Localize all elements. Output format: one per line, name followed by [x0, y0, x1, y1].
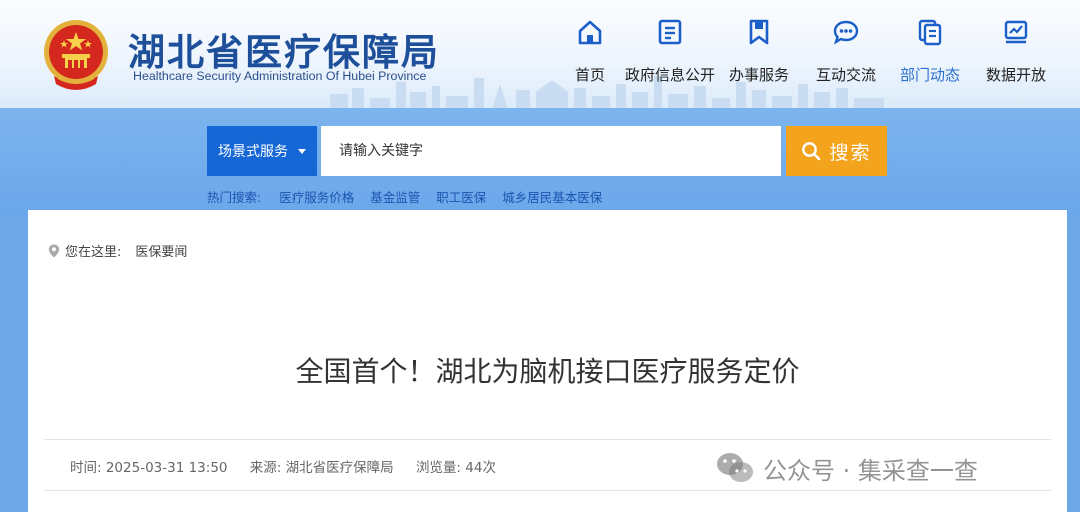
bookmark-icon	[749, 19, 769, 45]
divider	[44, 439, 1051, 440]
search-button[interactable]: 搜索	[786, 126, 887, 176]
nav-item-home[interactable]: 首页	[544, 18, 636, 90]
hot-search-item[interactable]: 职工医保	[436, 190, 486, 205]
nav-item-gov-info[interactable]: 政府信息公开	[624, 18, 716, 90]
nav-label: 部门动态	[899, 66, 960, 84]
nav-label: 数据开放	[985, 66, 1046, 84]
breadcrumb: 您在这里: 医保要闻	[48, 241, 187, 260]
watermark-text: 公众号 · 集采查一查	[763, 456, 978, 485]
breadcrumb-current[interactable]: 医保要闻	[135, 241, 187, 260]
document-list-icon	[658, 19, 682, 45]
article-title: 全国首个！湖北为脑机接口医疗服务定价	[295, 355, 800, 388]
home-icon	[578, 20, 602, 45]
divider	[44, 490, 1051, 491]
scene-service-label: 场景式服务	[218, 144, 288, 160]
chart-board-icon	[1004, 20, 1028, 44]
national-emblem-icon	[44, 20, 108, 90]
nav-label: 政府信息公开	[624, 66, 715, 84]
nav-label: 办事服务	[728, 66, 789, 84]
nav-label: 首页	[574, 66, 605, 84]
article-time: 时间: 2025-03-31 13:50	[70, 460, 228, 476]
hot-search: 热门搜索: 医疗服务价格 基金监管 职工医保 城乡居民基本医保	[207, 187, 614, 206]
wechat-icon	[717, 453, 753, 482]
main-nav: 首页 政府信息公开 办事服务 互动交流 部门动态 数据开放	[560, 18, 1060, 90]
hot-search-label: 热门搜索:	[207, 190, 262, 205]
nav-label: 互动交流	[815, 66, 876, 84]
article-source: 来源: 湖北省医疗保障局	[249, 460, 394, 476]
article-meta: 时间: 2025-03-31 13:50 来源: 湖北省医疗保障局 浏览量: 4…	[70, 456, 514, 476]
site-header: 湖北省医疗保障局 Healthcare Security Administrat…	[0, 0, 1080, 108]
scene-service-dropdown[interactable]: 场景式服务	[207, 126, 317, 176]
search-icon	[802, 142, 821, 161]
search-input[interactable]	[321, 126, 781, 176]
breadcrumb-prefix: 您在这里:	[65, 245, 122, 260]
nav-item-dept-news[interactable]: 部门动态	[884, 18, 976, 90]
copy-document-icon	[918, 19, 942, 46]
nav-item-services[interactable]: 办事服务	[713, 18, 805, 90]
location-pin-icon	[48, 244, 60, 257]
hot-search-item[interactable]: 医疗服务价格	[279, 190, 354, 205]
nav-item-interaction[interactable]: 互动交流	[800, 18, 892, 90]
hot-search-item[interactable]: 城乡居民基本医保	[502, 190, 602, 205]
search-button-label: 搜索	[829, 141, 872, 164]
nav-item-open-data[interactable]: 数据开放	[970, 18, 1062, 90]
caret-down-icon	[298, 148, 306, 154]
watermark: 公众号 · 集采查一查	[715, 448, 978, 488]
hot-search-item[interactable]: 基金监管	[370, 190, 420, 205]
article-views: 浏览量: 44次	[415, 460, 496, 476]
chat-bubble-icon	[833, 20, 859, 45]
site-title: 湖北省医疗保障局	[128, 30, 440, 74]
site-subtitle: Healthcare Security Administration Of Hu…	[133, 69, 427, 83]
